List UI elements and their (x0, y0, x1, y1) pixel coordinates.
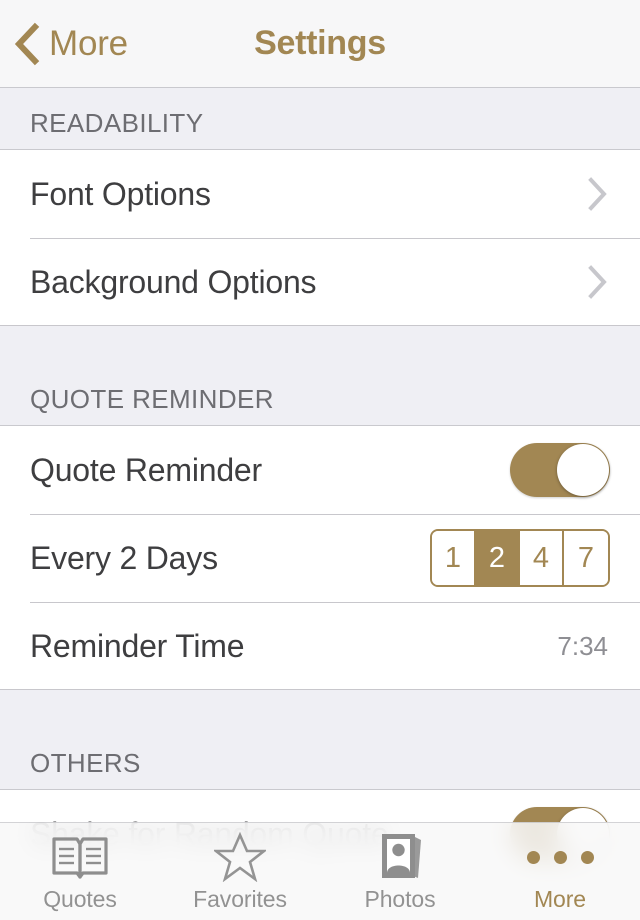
section-header-quote-reminder: QUOTE REMINDER (0, 326, 640, 426)
segment-option-1[interactable]: 1 (432, 531, 476, 585)
row-font-options[interactable]: Font Options (0, 150, 640, 238)
settings-list[interactable]: READABILITY Font Options Background Opti… (0, 88, 640, 920)
navigation-bar: More Settings (0, 0, 640, 88)
row-quote-reminder[interactable]: Quote Reminder (0, 426, 640, 514)
chevron-left-icon (14, 22, 40, 65)
toggle-knob (557, 444, 609, 496)
ellipsis-icon (526, 831, 594, 883)
tab-label: Favorites (193, 886, 287, 912)
segment-option-2[interactable]: 2 (476, 531, 520, 585)
tab-photos[interactable]: Photos (320, 823, 480, 920)
section-header-readability: READABILITY (0, 88, 640, 150)
back-button-label: More (49, 24, 128, 63)
tab-more[interactable]: More (480, 823, 640, 920)
tab-bar: Quotes Favorites Photos More (0, 822, 640, 920)
disclosure-chevron-icon (588, 177, 607, 211)
tab-favorites[interactable]: Favorites (160, 823, 320, 920)
tab-quotes[interactable]: Quotes (0, 823, 160, 920)
dot (526, 850, 540, 864)
row-label: Background Options (30, 263, 317, 300)
dot (580, 850, 594, 864)
dot (553, 850, 567, 864)
section-header-others: OTHERS (0, 690, 640, 790)
back-button[interactable]: More (14, 0, 128, 87)
row-label: Font Options (30, 175, 211, 212)
segment-option-4[interactable]: 4 (520, 531, 564, 585)
row-label: Every 2 Days (30, 539, 218, 576)
star-icon (214, 831, 266, 883)
row-label: Reminder Time (30, 627, 245, 664)
book-icon (51, 831, 109, 883)
interval-segmented-control[interactable]: 1 2 4 7 (430, 529, 610, 587)
row-reminder-time[interactable]: Reminder Time 7:34 (0, 602, 640, 690)
reminder-time-value: 7:34 (557, 630, 608, 661)
tab-label: More (533, 886, 586, 912)
photo-frame-icon (374, 831, 426, 883)
row-label: Quote Reminder (30, 451, 262, 488)
segment-option-7[interactable]: 7 (564, 531, 608, 585)
row-background-options[interactable]: Background Options (0, 238, 640, 326)
tab-label: Quotes (43, 886, 117, 912)
settings-screen: More Settings READABILITY Font Options B… (0, 0, 640, 920)
disclosure-chevron-icon (588, 265, 607, 299)
quote-reminder-toggle[interactable] (510, 443, 610, 497)
tab-label: Photos (364, 886, 436, 912)
row-reminder-interval[interactable]: Every 2 Days 1 2 4 7 (0, 514, 640, 602)
